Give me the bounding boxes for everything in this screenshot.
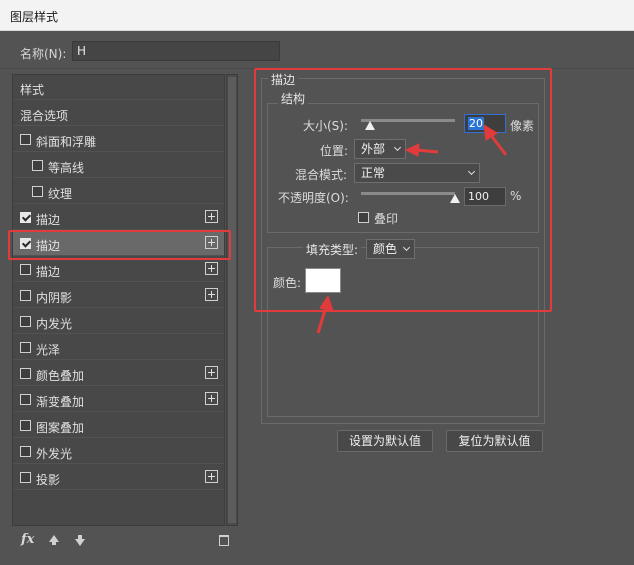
style-item[interactable]: 内发光 bbox=[13, 309, 224, 334]
style-checkbox[interactable] bbox=[20, 420, 31, 431]
name-input[interactable]: H bbox=[72, 41, 280, 61]
highlight-box-selected-stroke bbox=[8, 230, 231, 260]
style-checkbox[interactable] bbox=[20, 368, 31, 379]
style-checkbox[interactable] bbox=[20, 290, 31, 301]
style-item[interactable]: 外发光 bbox=[13, 439, 224, 464]
add-icon[interactable] bbox=[205, 392, 218, 405]
style-item[interactable]: 投影 bbox=[13, 465, 224, 490]
style-checkbox[interactable] bbox=[20, 394, 31, 405]
style-item[interactable]: 样式 bbox=[13, 75, 224, 100]
move-up-icon-stem bbox=[52, 541, 56, 545]
style-item[interactable]: 斜面和浮雕 bbox=[13, 127, 224, 152]
style-item[interactable]: 颜色叠加 bbox=[13, 361, 224, 386]
style-checkbox[interactable] bbox=[20, 212, 31, 223]
highlight-box-stroke-settings bbox=[254, 68, 552, 312]
style-item[interactable]: 光泽 bbox=[13, 335, 224, 360]
move-down-icon[interactable] bbox=[75, 539, 85, 546]
style-item-label: 混合选项 bbox=[20, 109, 69, 123]
style-item[interactable]: 图案叠加 bbox=[13, 413, 224, 438]
style-item-label: 投影 bbox=[36, 473, 61, 487]
fx-icon[interactable]: fx bbox=[21, 532, 34, 547]
style-item[interactable]: 混合选项 bbox=[13, 101, 224, 126]
style-checkbox[interactable] bbox=[20, 264, 31, 275]
style-checkbox[interactable] bbox=[32, 160, 43, 171]
style-item[interactable]: 描边 bbox=[13, 205, 224, 230]
set-default-button[interactable]: 设置为默认值 bbox=[337, 430, 433, 452]
style-checkbox[interactable] bbox=[20, 342, 31, 353]
name-label: 名称(N): bbox=[20, 47, 67, 61]
style-checkbox[interactable] bbox=[20, 316, 31, 327]
style-item[interactable]: 等高线 bbox=[13, 153, 224, 178]
style-checkbox[interactable] bbox=[20, 472, 31, 483]
add-icon[interactable] bbox=[205, 470, 218, 483]
trash-icon[interactable] bbox=[219, 535, 229, 546]
style-item-label: 描边 bbox=[36, 265, 61, 279]
style-item-label: 外发光 bbox=[36, 447, 73, 461]
title-bar: 图层样式 bbox=[0, 0, 634, 31]
style-item[interactable]: 渐变叠加 bbox=[13, 387, 224, 412]
styles-bottom-toolbar: fx bbox=[12, 530, 238, 552]
add-icon[interactable] bbox=[205, 210, 218, 223]
style-item-label: 光泽 bbox=[36, 343, 61, 357]
style-item-label: 样式 bbox=[20, 83, 45, 97]
style-item-label: 等高线 bbox=[48, 161, 85, 175]
style-item-label: 渐变叠加 bbox=[36, 395, 85, 409]
style-item[interactable]: 描边 bbox=[13, 257, 224, 282]
style-item-label: 内发光 bbox=[36, 317, 73, 331]
window-title: 图层样式 bbox=[10, 10, 59, 24]
style-checkbox[interactable] bbox=[20, 446, 31, 457]
add-icon[interactable] bbox=[205, 366, 218, 379]
style-item[interactable]: 内阴影 bbox=[13, 283, 224, 308]
style-item-label: 纹理 bbox=[48, 187, 73, 201]
add-icon[interactable] bbox=[205, 262, 218, 275]
style-checkbox[interactable] bbox=[32, 186, 43, 197]
style-item-label: 图案叠加 bbox=[36, 421, 85, 435]
style-item-label: 斜面和浮雕 bbox=[36, 135, 97, 149]
style-item-label: 颜色叠加 bbox=[36, 369, 85, 383]
reset-default-button[interactable]: 复位为默认值 bbox=[446, 430, 543, 452]
style-checkbox[interactable] bbox=[20, 134, 31, 145]
style-item[interactable]: 纹理 bbox=[13, 179, 224, 204]
scrollbar-thumb[interactable] bbox=[228, 77, 236, 523]
styles-list-scrollbar[interactable] bbox=[226, 74, 238, 526]
style-item-label: 描边 bbox=[36, 213, 61, 227]
add-icon[interactable] bbox=[205, 288, 218, 301]
style-item-label: 内阴影 bbox=[36, 291, 73, 305]
